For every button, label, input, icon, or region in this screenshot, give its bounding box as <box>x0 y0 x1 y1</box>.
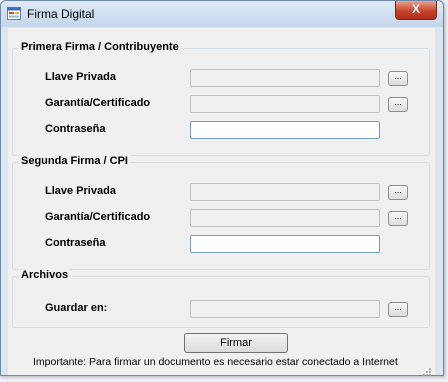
group-primera-firma: Primera Firma / Contribuyente Llave Priv… <box>12 41 430 156</box>
contrasena-input[interactable] <box>190 235 380 253</box>
group-title: Archivos <box>19 269 71 281</box>
resize-grip-icon[interactable] <box>422 364 432 376</box>
llave-privada-field[interactable] <box>190 69 380 87</box>
close-button[interactable]: X <box>395 1 437 20</box>
group-segunda-firma: Segunda Firma / CPI Llave Privada ... Ga… <box>12 155 430 270</box>
group-title: Segunda Firma / CPI <box>19 155 130 167</box>
group-title: Primera Firma / Contribuyente <box>19 41 181 53</box>
llave-privada-field[interactable] <box>190 183 380 201</box>
guardar-en-browse-button[interactable]: ... <box>388 302 408 317</box>
garantia-certificado-field[interactable] <box>190 95 380 113</box>
guardar-en-field[interactable] <box>190 300 380 318</box>
app-icon <box>7 7 21 20</box>
guardar-en-label: Guardar en: <box>45 302 108 314</box>
llave-privada-label: Llave Privada <box>45 185 116 197</box>
contrasena-input[interactable] <box>190 121 380 139</box>
form-body: Primera Firma / Contribuyente Llave Priv… <box>8 28 435 376</box>
group-archivos: Archivos Guardar en: ... <box>12 269 430 328</box>
garantia-certificado-browse-button[interactable]: ... <box>388 97 408 112</box>
contrasena-label: Contraseña <box>45 123 106 135</box>
garantia-certificado-label: Garantía/Certificado <box>45 97 151 109</box>
title-bar[interactable]: Firma Digital X <box>1 1 443 27</box>
firmar-button[interactable]: Firmar <box>184 333 288 353</box>
internet-notice: Importante: Para firmar un documento es … <box>33 356 398 368</box>
window-title: Firma Digital <box>27 7 95 21</box>
contrasena-label: Contraseña <box>45 237 106 249</box>
garantia-certificado-field[interactable] <box>190 209 380 227</box>
garantia-certificado-browse-button[interactable]: ... <box>388 211 408 226</box>
llave-privada-browse-button[interactable]: ... <box>388 185 408 200</box>
garantia-certificado-label: Garantía/Certificado <box>45 211 151 223</box>
llave-privada-browse-button[interactable]: ... <box>388 71 408 86</box>
firma-digital-window: Firma Digital X Primera Firma / Contribu… <box>0 0 444 376</box>
llave-privada-label: Llave Privada <box>45 71 116 83</box>
